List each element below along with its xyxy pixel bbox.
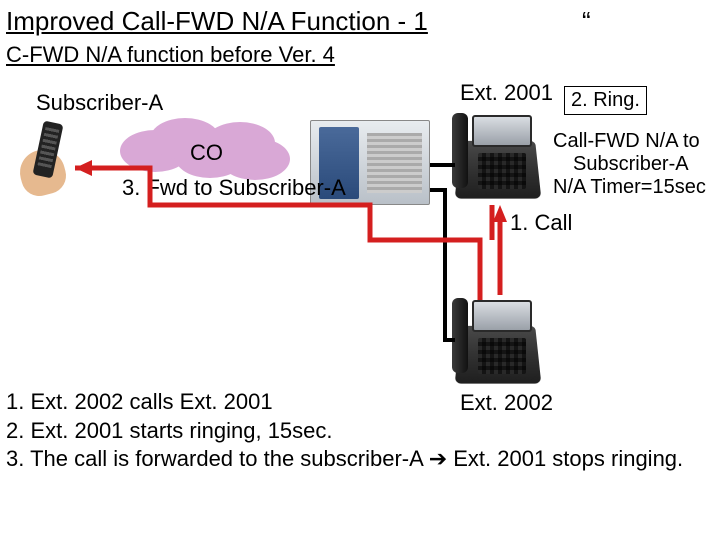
step-2: 2. Ext. 2001 starts ringing, 15sec.	[6, 417, 683, 446]
phone-ext-2002-graphic	[450, 290, 545, 390]
cfwd-line2: Subscriber-A	[553, 153, 706, 176]
ring-callout: 2. Ring.	[564, 86, 647, 115]
subscriber-hand-graphic	[10, 120, 80, 205]
step-3a: 3. The call is forwarded to the subscrib…	[6, 446, 429, 471]
step-1: 1. Ext. 2002 calls Ext. 2001	[6, 388, 683, 417]
phone-ext-2001-graphic	[450, 105, 545, 205]
steps-list: 1. Ext. 2002 calls Ext. 2001 2. Ext. 200…	[6, 388, 683, 474]
co-label: CO	[190, 140, 223, 166]
subtitle: C-FWD N/A function before Ver. 4	[6, 42, 335, 68]
subscriber-a-label: Subscriber-A	[36, 90, 163, 116]
fwd-to-subscriber-label: 3. Fwd to Subscriber-A	[122, 175, 346, 201]
call-label: 1. Call	[510, 210, 572, 236]
cfwd-line3: N/A Timer=15sec	[553, 176, 706, 199]
arrow-icon: ➔	[429, 446, 447, 471]
page-title: Improved Call-FWD N/A Function - 1	[6, 6, 428, 37]
quote-mark: “	[582, 6, 591, 37]
step-3b: Ext. 2001 stops ringing.	[447, 446, 683, 471]
call-fwd-info: Call-FWD N/A to Subscriber-A N/A Timer=1…	[553, 130, 706, 199]
ext-2001-label: Ext. 2001	[460, 80, 553, 106]
step-3: 3. The call is forwarded to the subscrib…	[6, 445, 683, 474]
cfwd-line1: Call-FWD N/A to	[553, 130, 706, 153]
